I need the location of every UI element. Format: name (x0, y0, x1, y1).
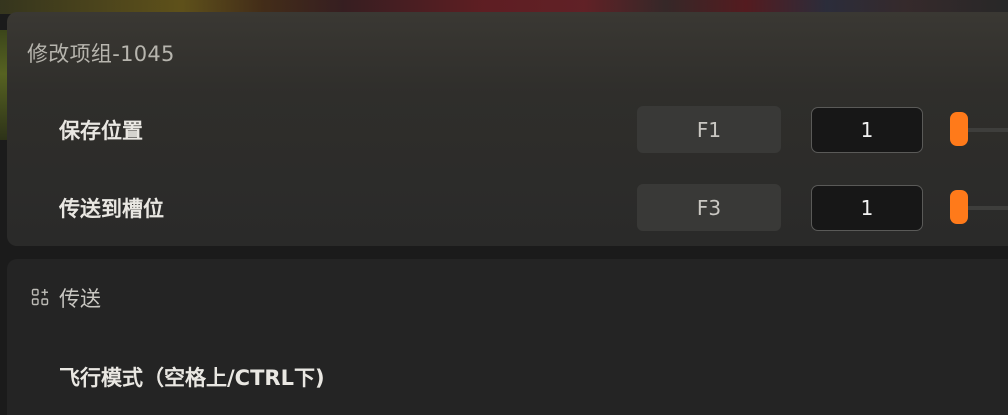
slot-slider-thumb[interactable] (950, 112, 968, 146)
slot-slider-thumb[interactable] (950, 190, 968, 224)
grid-plus-icon (31, 288, 49, 306)
modifier-row-save-position: 保存位置 F1 1 (7, 105, 1008, 155)
group-title: 修改项组-1045 (27, 42, 175, 66)
slot-number-input[interactable]: 1 (811, 185, 923, 231)
flight-mode-label: 飞行模式（空格上/CTRL下) (59, 366, 325, 390)
section-title: 传送 (59, 287, 101, 311)
hotkey-button[interactable]: F3 (637, 184, 781, 231)
slot-slider-track[interactable] (965, 128, 1008, 132)
slot-slider-track[interactable] (965, 206, 1008, 210)
hotkey-button[interactable]: F1 (637, 106, 781, 153)
modifier-group-panel: 修改项组-1045 保存位置 F1 1 传送到槽位 F3 1 (7, 12, 1008, 246)
row-label: 传送到槽位 (59, 197, 164, 221)
trainer-window: 修改项组-1045 保存位置 F1 1 传送到槽位 F3 1 传送 飞行模式（空… (0, 0, 1008, 415)
slot-number-input[interactable]: 1 (811, 107, 923, 153)
teleport-section-panel: 传送 飞行模式（空格上/CTRL下) (7, 259, 1008, 415)
modifier-row-teleport-to-slot: 传送到槽位 F3 1 (7, 183, 1008, 233)
row-label: 保存位置 (59, 119, 143, 143)
